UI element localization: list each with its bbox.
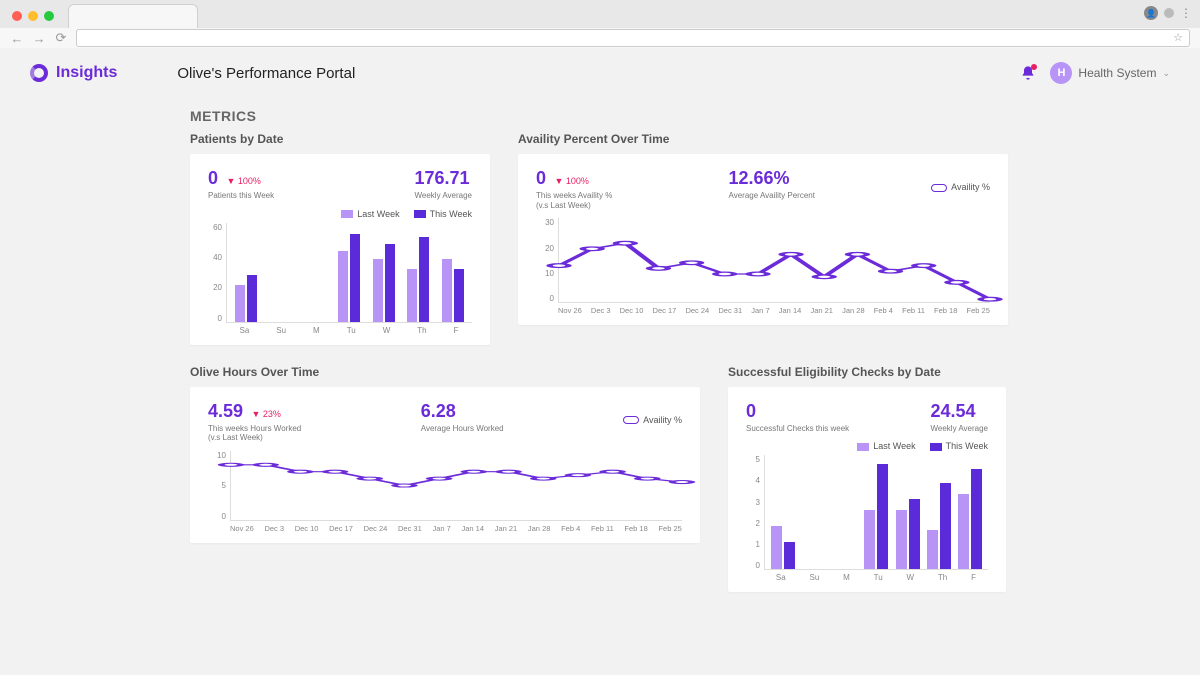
legend-this: This Week — [430, 209, 472, 219]
notification-dot-icon — [1031, 64, 1037, 70]
card-title-availity: Availity Percent Over Time — [518, 132, 1008, 146]
hours-week-value: 4.59 — [208, 401, 243, 421]
section-title: METRICS — [190, 108, 1010, 124]
hours-avg-label: Average Hours Worked — [421, 424, 504, 434]
legend-line-icon — [931, 184, 947, 192]
patients-week-delta: ▼ 100% — [226, 176, 260, 186]
bookmark-star-icon[interactable]: ☆ — [1173, 31, 1183, 44]
hours-week-label: This weeks Hours Worked (v.s Last Week) — [208, 424, 301, 443]
patients-avg-value: 176.71 — [414, 168, 469, 188]
checks-avg-value: 24.54 — [930, 401, 975, 421]
forward-button[interactable]: → — [32, 31, 46, 45]
availity-avg-value: 12.66% — [729, 168, 790, 188]
maximize-window-icon[interactable] — [44, 11, 54, 21]
checks-week-value: 0 — [746, 401, 756, 421]
availity-week-label: This weeks Availity % (v.s Last Week) — [536, 191, 612, 210]
profile-menu[interactable]: H Health System ⌄ — [1050, 62, 1170, 84]
chart-availity: 3020100Nov 26Dec 3Dec 10Dec 17Dec 24Dec … — [536, 218, 990, 315]
avatar: H — [1050, 62, 1072, 84]
chevron-down-icon: ⌄ — [1162, 68, 1170, 79]
card-title-checks: Successful Eligibility Checks by Date — [728, 365, 1006, 379]
chrome-extension-icon[interactable] — [1164, 8, 1174, 18]
legend-hours: Availity % — [643, 415, 682, 425]
checks-avg-label: Weekly Average — [930, 424, 988, 434]
legend-availity: Availity % — [951, 182, 990, 192]
address-bar[interactable]: ☆ — [76, 29, 1190, 47]
legend-swatch-last — [341, 210, 353, 218]
chart-checks: 543210SaSuMTuWThF — [746, 455, 988, 582]
patients-week-label: Patients this Week — [208, 191, 274, 201]
notifications-button[interactable] — [1020, 65, 1036, 81]
profile-name: Health System — [1078, 66, 1156, 80]
dashboard-content: METRICS Patients by Date 0 ▼ 100% Patien… — [0, 108, 1200, 592]
card-availity: 0 ▼ 100% This weeks Availity % (v.s Last… — [518, 154, 1008, 325]
brand-logo[interactable]: Insights — [30, 64, 117, 82]
availity-week-value: 0 — [536, 168, 546, 188]
legend-swatch-this — [930, 443, 942, 451]
card-title-hours: Olive Hours Over Time — [190, 365, 700, 379]
chart-hours: 1050Nov 26Dec 3Dec 10Dec 17Dec 24Dec 31J… — [208, 451, 682, 533]
browser-tab[interactable] — [68, 4, 198, 28]
window-controls[interactable] — [12, 11, 54, 21]
patients-week-value: 0 — [208, 168, 218, 188]
card-patients: 0 ▼ 100% Patients this Week 176.71 Weekl… — [190, 154, 490, 345]
chrome-profile-icon[interactable]: 👤 — [1144, 6, 1158, 20]
legend-last: Last Week — [873, 441, 915, 451]
card-title-patients: Patients by Date — [190, 132, 490, 146]
legend-this: This Week — [946, 441, 988, 451]
availity-week-delta: ▼ 100% — [554, 176, 588, 186]
legend-last: Last Week — [357, 209, 399, 219]
browser-chrome: 👤 ⋮ ← → ⟳ ☆ — [0, 0, 1200, 48]
hours-avg-value: 6.28 — [421, 401, 456, 421]
legend-swatch-this — [414, 210, 426, 218]
close-window-icon[interactable] — [12, 11, 22, 21]
brand-name: Insights — [56, 64, 117, 82]
availity-avg-label: Average Availity Percent — [729, 191, 815, 201]
reload-button[interactable]: ⟳ — [54, 31, 68, 45]
page-title: Olive's Performance Portal — [177, 65, 355, 82]
minimize-window-icon[interactable] — [28, 11, 38, 21]
card-checks: 0 Successful Checks this week 24.54 Week… — [728, 387, 1006, 593]
back-button[interactable]: ← — [10, 31, 24, 45]
legend-line-icon — [623, 416, 639, 424]
checks-week-label: Successful Checks this week — [746, 424, 849, 434]
hours-week-delta: ▼ 23% — [252, 409, 281, 419]
app-header: Insights Olive's Performance Portal H He… — [0, 48, 1200, 98]
chrome-menu-icon[interactable]: ⋮ — [1180, 6, 1192, 20]
chart-patients: 6040200SaSuMTuWThF — [208, 223, 472, 335]
logo-ring-icon — [30, 64, 48, 82]
patients-avg-label: Weekly Average — [414, 191, 472, 201]
legend-swatch-last — [857, 443, 869, 451]
card-hours: 4.59 ▼ 23% This weeks Hours Worked (v.s … — [190, 387, 700, 543]
